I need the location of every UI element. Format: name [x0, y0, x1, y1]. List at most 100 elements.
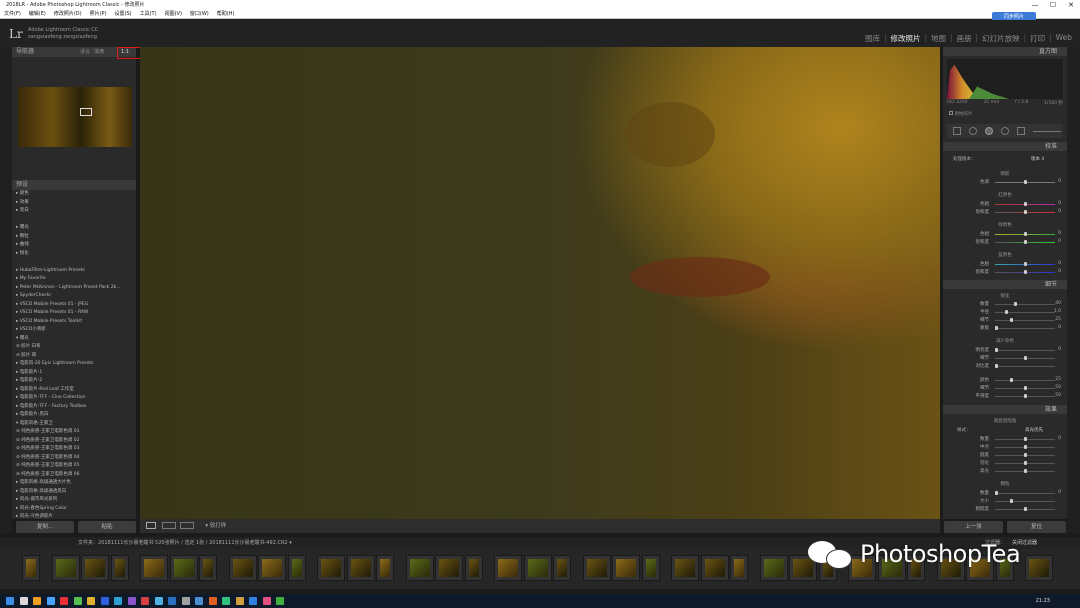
module-develop[interactable]: 修改照片	[890, 33, 920, 44]
preset-item[interactable]: ▸ 锐化	[16, 250, 136, 259]
module-map[interactable]: 地图	[931, 33, 946, 44]
maximize-button[interactable]: ☐	[1044, 0, 1062, 10]
slider-饱和度[interactable]: 饱和度 0	[963, 239, 1062, 245]
taskbar-app-icon[interactable]	[154, 597, 163, 605]
slider-knob[interactable]	[1024, 386, 1027, 390]
calibration-header[interactable]: 校准	[943, 142, 1067, 151]
slider-track[interactable]	[995, 350, 1055, 351]
film-thumbnail[interactable]	[582, 555, 611, 581]
slider-track[interactable]	[995, 304, 1055, 305]
navigator-preview[interactable]	[18, 87, 132, 147]
slider-细节[interactable]: 细节 25	[963, 317, 1061, 323]
slider-明亮度[interactable]: 明亮度 0	[963, 347, 1062, 353]
taskbar-app-icon[interactable]	[87, 597, 95, 605]
preset-item[interactable]: ▸ VSCO Mobile Presets 01 - RAW	[16, 309, 136, 318]
preset-item[interactable]: ▸ 电影胶片-1	[16, 369, 136, 378]
slider-value[interactable]: 0	[1058, 490, 1061, 495]
film-thumbnail[interactable]	[671, 555, 699, 581]
slider-value[interactable]: 0	[1058, 347, 1061, 352]
menu-view[interactable]: 视图(V)	[165, 10, 182, 18]
red-eye-icon[interactable]	[1001, 127, 1009, 135]
slider-数量[interactable]: 数量 40	[963, 301, 1061, 307]
slider-knob[interactable]	[1005, 310, 1009, 314]
paste-button[interactable]: 粘贴	[78, 521, 136, 533]
slider-value[interactable]: 25	[1055, 317, 1061, 322]
slider-value[interactable]: 1.0	[1054, 309, 1061, 314]
preset-item[interactable]: ▸ 风光-春色Spring Color	[16, 505, 136, 514]
module-library[interactable]: 图库	[865, 33, 880, 44]
preset-item[interactable]: ▸ HubaFilter-Lightroom Presets	[16, 267, 136, 276]
film-thumbnail[interactable]	[730, 555, 748, 581]
menu-file[interactable]: 文件(F)	[4, 10, 21, 18]
soft-proof-label[interactable]: ▾ 软打样	[205, 523, 226, 529]
slider-knob[interactable]	[1024, 437, 1027, 441]
loupe-view-icon[interactable]	[146, 522, 156, 529]
film-thumbnail[interactable]	[317, 555, 345, 581]
spot-removal-icon[interactable]	[985, 127, 993, 135]
film-thumbnail[interactable]	[494, 555, 522, 581]
film-thumbnail[interactable]	[258, 555, 286, 581]
preset-item[interactable]: ▸ SpyderCheckr	[16, 292, 136, 301]
slider-track[interactable]	[995, 328, 1055, 329]
taskbar-app-icon[interactable]	[33, 597, 41, 605]
slider-细节[interactable]: 细节 50	[963, 385, 1061, 391]
preset-item[interactable]: ▸ 电影风格-高级通透黑白	[16, 488, 136, 497]
reset-button[interactable]: 复位	[1007, 521, 1066, 533]
menu-develop[interactable]: 修改照片(D)	[54, 10, 82, 18]
taskbar-app-icon[interactable]	[235, 597, 244, 605]
slider-对比度[interactable]: 对比度	[963, 363, 1059, 369]
preset-item[interactable]: ▸ 电影胶片-TFF - Cine Collection	[16, 394, 136, 403]
slider-knob[interactable]	[995, 491, 998, 495]
slider-knob[interactable]	[1024, 210, 1027, 214]
preset-item[interactable]: ⊘ 胶片 褐	[16, 352, 136, 361]
preset-item[interactable]: ▸ 曲线	[16, 241, 136, 250]
slider-value[interactable]: 0	[1058, 325, 1061, 330]
slider-饱和度[interactable]: 饱和度 0	[963, 209, 1062, 215]
slider-色相[interactable]: 色相 0	[963, 201, 1061, 207]
slider-knob[interactable]	[1009, 378, 1013, 382]
slider-knob[interactable]	[1009, 499, 1013, 503]
slider-knob[interactable]	[1009, 318, 1013, 322]
preset-item[interactable]: ▸ 风光-冷色调胶片	[16, 513, 136, 520]
film-thumbnail[interactable]	[553, 555, 571, 581]
film-thumbnail[interactable]	[110, 555, 129, 581]
process-version-select[interactable]: 版本 4	[1031, 156, 1044, 162]
slider-value[interactable]: 0	[1058, 201, 1061, 206]
film-thumbnail[interactable]	[346, 555, 375, 581]
slider-value[interactable]: 25	[1055, 377, 1061, 382]
preset-item[interactable]: ▸ Peter McKinnon - Lightroom Preset Pack…	[16, 284, 136, 293]
slider-粗糙度[interactable]: 粗糙度	[963, 506, 1059, 512]
taskbar-app-icon[interactable]	[181, 597, 190, 605]
preset-item[interactable]: ⊘ 胶片 日系	[16, 343, 136, 352]
slider-value[interactable]: 0	[1058, 231, 1061, 236]
taskbar-app-icon[interactable]	[73, 597, 82, 605]
preset-item[interactable]: ▸ VSCO Mobile Presets Toolkit	[16, 318, 136, 327]
preset-item[interactable]: ⊘ 纯色质感-王家卫电影色调 05	[16, 462, 136, 471]
slider-色相[interactable]: 色相 0	[963, 261, 1061, 267]
preset-item[interactable]: ▸ 效果	[16, 199, 136, 208]
slider-knob[interactable]	[1024, 356, 1027, 360]
film-thumbnail[interactable]	[199, 555, 217, 581]
previous-button[interactable]: 上一张	[944, 521, 1003, 533]
slider-knob[interactable]	[1024, 469, 1027, 473]
preset-item[interactable]: ▸ VSCO小清新	[16, 326, 136, 335]
taskbar-app-icon[interactable]	[114, 597, 122, 605]
module-slideshow[interactable]: 幻灯片放映	[982, 33, 1020, 44]
navigator-viewport[interactable]	[80, 108, 92, 116]
film-thumbnail[interactable]	[641, 555, 660, 581]
menu-help[interactable]: 帮助(H)	[217, 10, 235, 18]
film-thumbnail[interactable]	[22, 555, 40, 581]
film-thumbnail[interactable]	[376, 555, 394, 581]
preset-item[interactable]: ⊘ 纯色质感-王家卫电影色调 02	[16, 437, 136, 446]
close-button[interactable]: ✕	[1062, 0, 1080, 10]
slider-饱和度[interactable]: 饱和度 0	[963, 269, 1062, 275]
slider-track[interactable]	[995, 366, 1055, 367]
slider-value[interactable]: 50	[1055, 385, 1061, 390]
slider-track[interactable]	[995, 501, 1055, 502]
film-thumbnail[interactable]	[228, 555, 257, 581]
preset-item[interactable]: ▸ 风光-城市风光系列	[16, 496, 136, 505]
preset-item[interactable]	[16, 258, 136, 267]
before-after-icon[interactable]	[179, 522, 194, 529]
slider-value[interactable]: 0	[1058, 269, 1061, 274]
taskbar-app-icon[interactable]	[46, 597, 55, 605]
